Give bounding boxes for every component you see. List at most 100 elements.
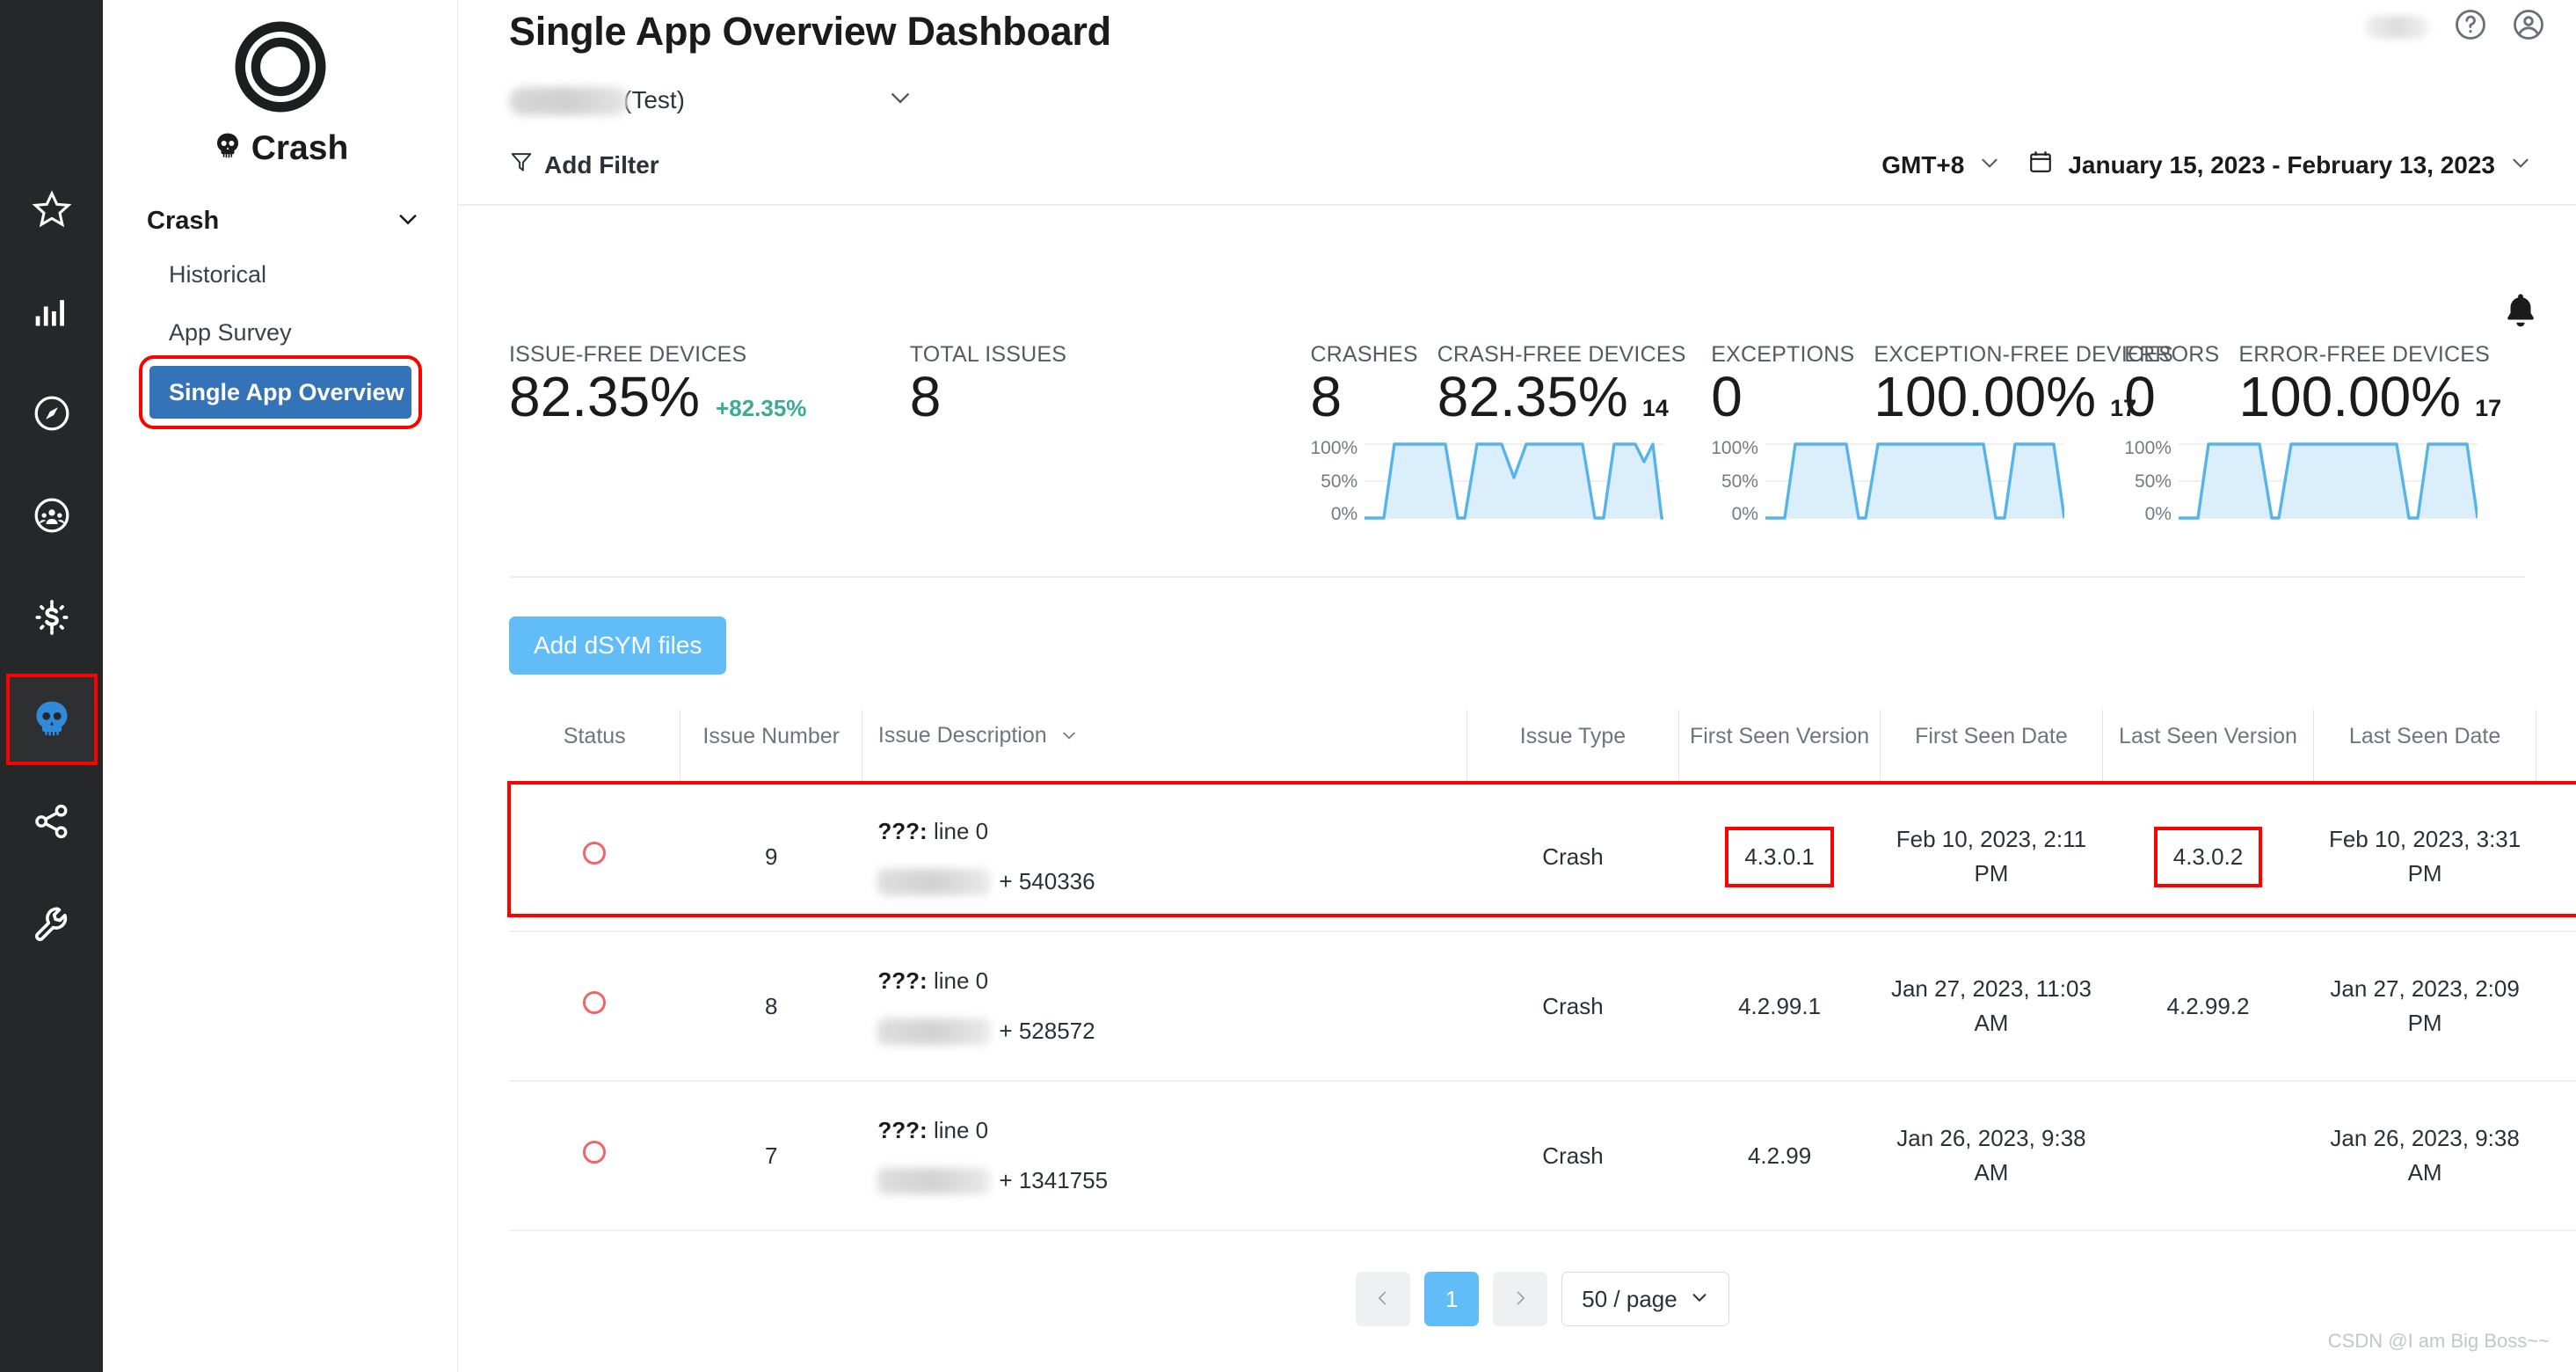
status-badge [583, 1140, 607, 1164]
question-circle-icon[interactable] [2453, 7, 2488, 47]
add-dsym-button[interactable]: Add dSYM files [509, 617, 727, 675]
kpi-free-value: 100.00% [1874, 365, 2097, 428]
table-row[interactable]: 8 ???: line 0 + 528572 Crash 4.2.99.1 Ja… [509, 931, 2576, 1083]
add-filter-button[interactable]: Add Filter [509, 150, 659, 180]
issue-desc-line1: ???: line 0 [877, 1113, 1456, 1148]
y-tick: 0% [2144, 504, 2172, 525]
redacted-header-label [2365, 15, 2430, 39]
sparkline-svg [1364, 442, 1664, 520]
chevron-down-icon[interactable] [396, 207, 420, 236]
kpi-label: ERRORS [2124, 342, 2220, 367]
bell-icon[interactable] [2500, 290, 2541, 335]
rail-item-explore[interactable] [10, 371, 94, 456]
funnel-icon [509, 150, 534, 180]
chevron-down-icon[interactable] [2509, 151, 2532, 179]
sidebar-item-label: App Survey [169, 318, 292, 346]
page-size-select[interactable]: 50 / page [1561, 1272, 1729, 1327]
kpi-free-value: 100.00% [2238, 365, 2462, 428]
dollar-sun-icon [32, 597, 72, 638]
chevron-down-icon[interactable] [1060, 724, 1078, 751]
cell-issue-type: Crash [1466, 1081, 1679, 1232]
highlighted-value: 4.3.0.2 [2153, 826, 2263, 887]
compass-icon [32, 393, 72, 434]
kpi-label: CRASHES [1310, 342, 1418, 367]
column-first-seen-version[interactable]: First Seen Version [1677, 710, 1881, 784]
cell-first-seen-version: 4.2.99 [1678, 1081, 1881, 1232]
pagination-page-1[interactable]: 1 [1424, 1272, 1480, 1327]
brand-name-text: Crash [251, 129, 349, 167]
rail-item-monetization[interactable] [10, 575, 94, 660]
date-range-value[interactable]: January 15, 2023 - February 13, 2023 [2068, 151, 2495, 179]
column-occurrences[interactable]: Occurrences [2535, 710, 2576, 784]
column-issue-number[interactable]: Issue Number [680, 710, 862, 784]
column-label: Issue Description [877, 723, 1047, 748]
kpi-errors: ERRORS 0 ERROR-FREE DEVICES 100.00% 17 1… [2124, 342, 2525, 523]
sparkline-y-axis: 100% 50% 0% [1711, 439, 1758, 523]
nav-group-label: Crash [147, 207, 220, 235]
cell-last-seen-version [2102, 1081, 2314, 1232]
chevron-down-icon[interactable] [887, 84, 913, 117]
sparkline-exception-free: 100% 50% 0% [1711, 439, 2124, 523]
redacted-symbol [877, 1018, 991, 1045]
y-tick: 0% [1330, 504, 1358, 525]
user-circle-icon[interactable] [2511, 7, 2546, 47]
circular-logo-icon [235, 21, 326, 117]
issue-desc-strong: ???: [877, 967, 928, 995]
column-first-seen-date[interactable]: First Seen Date [1880, 710, 2103, 784]
people-group-icon [32, 495, 72, 536]
pagination-next-button[interactable] [1493, 1272, 1548, 1327]
kpi-row: ISSUE-FREE DEVICES 82.35% +82.35% TOTAL … [509, 206, 2525, 579]
column-issue-type[interactable]: Issue Type [1466, 710, 1679, 784]
cell-last-seen-date: Feb 10, 2023, 3:31 PM [2313, 782, 2536, 933]
sidebar-item-historical[interactable]: Historical [103, 250, 457, 299]
sidebar-item-app-survey[interactable]: App Survey [103, 308, 457, 357]
table-row[interactable]: 9 ???: line 0 + 540336 Crash 4.3.0.1 Feb… [507, 781, 2576, 933]
cell-first-seen-date: Jan 26, 2023, 9:38 AM [1880, 1081, 2103, 1232]
bar-chart-icon [33, 292, 71, 331]
brand-title: Crash [212, 129, 349, 168]
table-row[interactable]: 7 ???: line 0 + 1341755 Crash 4.2.99 Jan… [509, 1081, 2576, 1232]
cell-issue-number: 7 [680, 1081, 862, 1232]
nav-group-crash[interactable]: Crash [103, 207, 457, 236]
issue-desc-rest: line 0 [927, 818, 989, 845]
kpi-free-label: CRASH-FREE DEVICES [1437, 342, 1686, 367]
y-tick: 50% [1721, 471, 1758, 492]
kpi-total-issues: TOTAL ISSUES 8 [910, 342, 1311, 427]
date-range-controls: GMT+8 January 15, 2023 - February 13, 20… [1881, 149, 2532, 181]
sparkline-error-free: 100% 50% 0% [2124, 439, 2525, 523]
cell-issue-type: Crash [1466, 931, 1679, 1083]
status-badge [583, 841, 607, 865]
star-icon [32, 189, 72, 230]
column-last-seen-version[interactable]: Last Seen Version [2101, 710, 2314, 784]
y-tick: 50% [2134, 471, 2172, 492]
nav-list: Historical App Survey Single App Overvie… [103, 250, 457, 429]
pagination-prev-button[interactable] [1356, 1272, 1411, 1327]
table-header-row: Status Issue Number Issue Description Is… [509, 710, 2576, 784]
app-selector[interactable]: (Test) [509, 84, 913, 117]
sidebar-item-label: Single App Overview [169, 378, 404, 405]
cell-first-seen-version: 4.3.0.1 [1678, 782, 1881, 933]
chevron-down-icon[interactable] [1978, 151, 2001, 179]
rail-item-favorites[interactable] [10, 167, 94, 252]
rail-item-analytics[interactable] [10, 269, 94, 354]
rail-item-tools[interactable] [10, 881, 94, 966]
brand-block: Crash [103, 16, 457, 168]
rail-item-integrations[interactable] [10, 779, 94, 864]
rail-item-audience[interactable] [10, 473, 94, 558]
y-tick: 50% [1321, 471, 1358, 492]
add-filter-label: Add Filter [544, 150, 659, 179]
column-status[interactable]: Status [509, 710, 680, 784]
issue-desc-strong: ???: [877, 1117, 928, 1144]
sidebar-item-single-app-overview[interactable]: Single App Overview [139, 355, 422, 429]
issue-desc-strong: ???: [877, 818, 928, 845]
sparkline-crash-free: 100% 50% 0% [1311, 439, 1712, 523]
rail-item-crash[interactable] [5, 674, 98, 765]
cell-issue-type: Crash [1466, 782, 1679, 933]
issue-desc-offset: + 528572 [999, 1018, 1095, 1045]
column-issue-description[interactable]: Issue Description [861, 710, 1467, 784]
timezone-selector[interactable]: GMT+8 [1881, 151, 1964, 179]
column-last-seen-date[interactable]: Last Seen Date [2313, 710, 2536, 784]
issue-desc-rest: line 0 [927, 1117, 989, 1144]
kpi-free-count: 17 [2475, 395, 2502, 421]
main-content: Single App Overview Dashboard (Test) Add… [458, 0, 2576, 1372]
